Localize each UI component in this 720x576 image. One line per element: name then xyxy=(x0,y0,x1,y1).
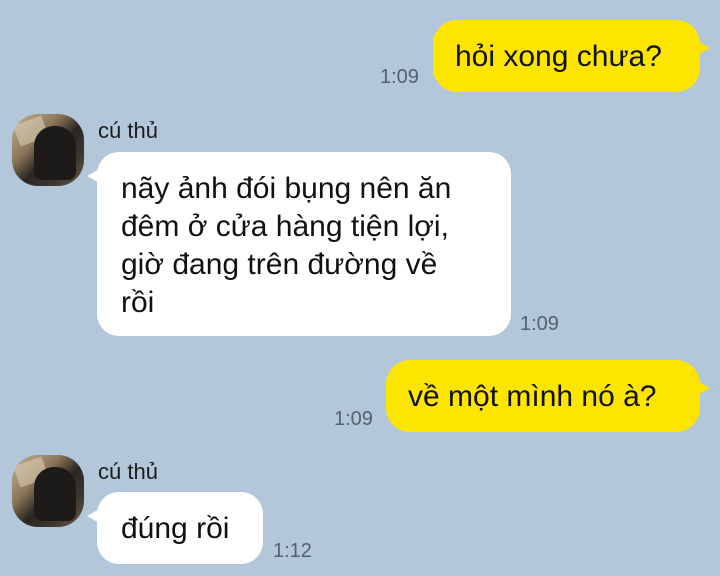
message-time: 1:09 xyxy=(334,408,373,430)
message-time: 1:12 xyxy=(273,540,312,562)
outgoing-message-bubble[interactable]: về một mình nó à? xyxy=(386,360,710,432)
sender-avatar[interactable] xyxy=(12,455,84,527)
chat-view: 1:09 hỏi xong chưa? cú thủ nãy ảnh đói b… xyxy=(0,0,720,576)
sender-name: cú thủ xyxy=(98,459,158,484)
message-time: 1:09 xyxy=(380,66,419,88)
incoming-message-bubble[interactable]: đúng rồi xyxy=(87,492,263,564)
sender-name: cú thủ xyxy=(98,118,158,143)
message-time: 1:09 xyxy=(520,313,559,335)
outgoing-message-bubble[interactable]: hỏi xong chưa? xyxy=(433,20,710,92)
incoming-message-bubble[interactable]: nãy ảnh đói bụng nên ăn đêm ở cửa hàng t… xyxy=(87,152,511,336)
sender-avatar[interactable] xyxy=(12,114,84,186)
